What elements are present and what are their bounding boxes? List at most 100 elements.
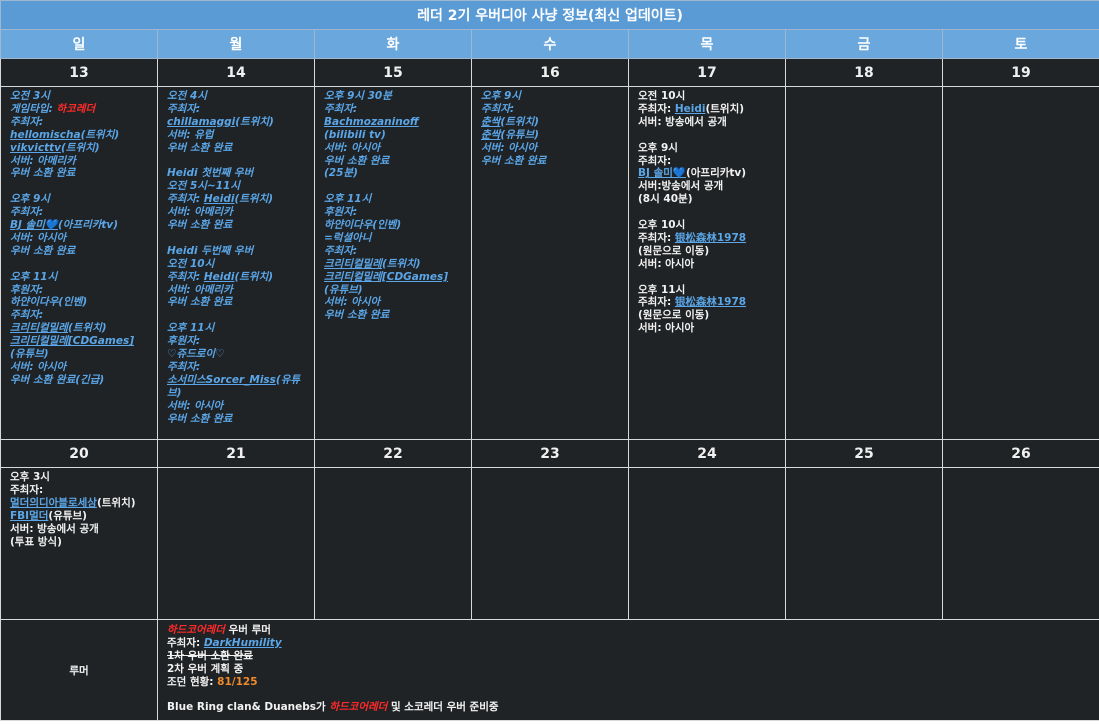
host-entry: BJ 솔미💙(아프리카tv) xyxy=(10,219,148,232)
jordan-status-label: 조던 현황: xyxy=(167,675,218,688)
jordan-status-value: 81/125 xyxy=(217,675,258,688)
calendar-table: 레더 2기 우버디아 사냥 정보(최신 업데이트) 일 월 화 수 목 금 토 … xyxy=(0,0,1099,721)
host-label: 주최자: xyxy=(481,102,515,115)
date-15: 15 xyxy=(314,58,472,87)
host-link-bachmozaninoff[interactable]: Bachmozaninoff xyxy=(324,116,419,128)
host-platform: (트위치) xyxy=(500,115,539,128)
host-label: 주최자: xyxy=(638,154,672,167)
weekday-sun: 일 xyxy=(0,29,158,59)
event-time: 오후 11시 xyxy=(638,283,686,296)
host-label: 주최자: xyxy=(324,244,358,257)
server-info: 서버: 유럽 xyxy=(167,128,214,141)
host-link-heidi[interactable]: Heidi xyxy=(204,271,235,283)
host-link-chillamaggi[interactable]: chillamaggi xyxy=(167,116,235,128)
event-status: 우버 소환 완료 xyxy=(10,244,76,257)
host-entry: 주최자: Heidi(트위치) xyxy=(167,271,305,284)
server-info: 서버: 아시아 xyxy=(481,141,538,154)
event-time: 오전 10시 xyxy=(167,257,215,270)
server-info: 서버: 아시아 xyxy=(638,257,695,270)
day-14-schedule: 오전 4시 주최자: chillamaggi (트위치) 서버: 유럽 우버 소환… xyxy=(157,86,315,440)
event-status: 우버 소환 완료 xyxy=(324,309,390,322)
host-platform: (트위치) xyxy=(705,102,745,115)
host-entry: 춘싹(유튜브) xyxy=(481,129,619,142)
sponsor-label: 후원자: xyxy=(167,335,201,348)
host-label: 주최자: xyxy=(167,360,201,373)
host-link-heidi[interactable]: Heidi xyxy=(204,193,235,205)
host-entry: 멀더의디아블로세상(트위치) xyxy=(10,497,148,510)
event-time: 오전 4시 xyxy=(167,90,207,102)
clan-note-text: Blue Ring clan& Duanebs가 xyxy=(167,701,330,714)
day-19-schedule xyxy=(942,86,1099,440)
game-type: 게임타입: 하코레더 xyxy=(10,103,148,116)
day-17-schedule: 오전 10시 주최자: Heidi(트위치) 서버: 방송에서 공개 오후 9시… xyxy=(628,86,786,440)
host-link-chunssak-twitch[interactable]: 춘싹 xyxy=(481,116,500,128)
host-platform: (트위치) xyxy=(96,496,136,509)
host-link-bj-solmi[interactable]: BJ 솔미💙 xyxy=(638,167,686,179)
host-label: 주최자: xyxy=(10,309,44,322)
game-type-label: 게임타입: xyxy=(10,102,57,115)
host-link-yinsong[interactable]: 银松森林1978 xyxy=(675,232,746,244)
event-time: 오후 10시 xyxy=(638,219,686,232)
event-status: 우버 소환 완료 xyxy=(324,154,390,167)
date-14: 14 xyxy=(157,58,315,87)
event-status: 우버 소환 완료 xyxy=(167,219,233,232)
host-label: 주최자: xyxy=(10,206,44,219)
host-label: 주최자: xyxy=(167,636,204,649)
host-label: 주최자: xyxy=(10,483,44,496)
hardcore-ladder-text: 하드코어레더 xyxy=(167,624,225,636)
server-info: 서버: 아메리카 xyxy=(167,206,233,219)
first-uber-status: 1차 우버 소환 완료 xyxy=(167,649,253,662)
host-link-critical-mile-cdgames[interactable]: 크리티컬밀레[CDGames] xyxy=(10,335,134,347)
host-platform: (트위치) xyxy=(234,270,274,283)
host-link-chunssak-youtube[interactable]: 춘싹 xyxy=(481,129,500,141)
host-link-vikvicttv[interactable]: vikvicttv xyxy=(10,142,61,154)
day-26-schedule xyxy=(942,467,1099,620)
host-platform: (트위치) xyxy=(381,257,421,270)
event-time: 오전 3시 xyxy=(10,90,50,102)
host-link-fbi-mulder[interactable]: FBI멀더 xyxy=(10,510,48,522)
host-link-critical-mile[interactable]: 크리티컬밀레 xyxy=(324,258,382,270)
event-time-note: (8시 40분) xyxy=(638,193,693,206)
host-link-darkhumility[interactable]: DarkHumility xyxy=(204,637,282,649)
host-link-heidi[interactable]: Heidi xyxy=(675,103,706,115)
sponsor-name: ♡쥬드로이♡ xyxy=(167,348,225,361)
rumor-notes: 하드코어레더 우버 루머 주최자: DarkHumility 1차 우버 소환 … xyxy=(157,619,1099,721)
host-platform: (트위치) xyxy=(67,322,107,335)
day-16-schedule: 오후 9시 주최자: 춘싹(트위치) 춘싹(유튜브) 서버: 아시아 우버 소환… xyxy=(471,86,629,440)
day-18-schedule xyxy=(785,86,943,440)
host-link-mulder-twitch[interactable]: 멀더의디아블로세상 xyxy=(10,497,97,509)
weekday-mon: 월 xyxy=(157,29,315,59)
date-21: 21 xyxy=(157,439,315,468)
server-info: 서버: 아시아 xyxy=(167,399,224,412)
date-19: 19 xyxy=(942,58,1099,87)
host-link-critical-mile-cdgames[interactable]: 크리티컬밀레[CDGames] xyxy=(324,271,448,283)
event-time: 오후 11시 xyxy=(167,322,215,335)
vote-note: (투표 방식) xyxy=(10,535,62,548)
event-time: 오후 9시 30분 xyxy=(324,90,392,102)
host-link-hellomischa[interactable]: hellomischa xyxy=(10,129,81,141)
host-entry: vikvicttv(트위치) xyxy=(10,142,148,155)
host-label: 주최자: xyxy=(167,102,201,115)
date-20: 20 xyxy=(0,439,158,468)
host-entry: 크리티컬밀레[CDGames](유튜브) xyxy=(324,271,462,297)
host-platform: (bilibili tv) xyxy=(324,128,386,141)
hardcore-ladder-text: 하드코어레더 xyxy=(329,701,388,714)
clan-note: Blue Ring clan& Duanebs가 하드코어레더 및 소코레더 우… xyxy=(167,701,1090,714)
day-22-schedule xyxy=(314,467,472,620)
server-info: 서버: 아메리카 xyxy=(167,283,233,296)
host-entry: 크리티컬밀레[CDGames](유튜브) xyxy=(10,335,148,361)
weekday-thu: 목 xyxy=(628,29,786,59)
server-info: 서버:방송에서 공개 xyxy=(638,180,724,193)
sponsor-name: 하얀이다우(인벤) xyxy=(10,296,88,309)
date-13: 13 xyxy=(0,58,158,87)
host-link-bj-solmi[interactable]: BJ 솔미💙 xyxy=(10,219,58,231)
host-link-yinsong[interactable]: 银松森林1978 xyxy=(675,296,746,308)
sponsor-label: 후원자: xyxy=(324,206,358,219)
host-link-critical-mile[interactable]: 크리티컬밀레 xyxy=(10,322,68,334)
host-entry: 춘싹(트위치) xyxy=(481,116,619,129)
calendar-title: 레더 2기 우버디아 사냥 정보(최신 업데이트) xyxy=(0,0,1099,30)
host-link-sorcer-miss[interactable]: 소서미스Sorcer_Miss xyxy=(167,374,276,386)
